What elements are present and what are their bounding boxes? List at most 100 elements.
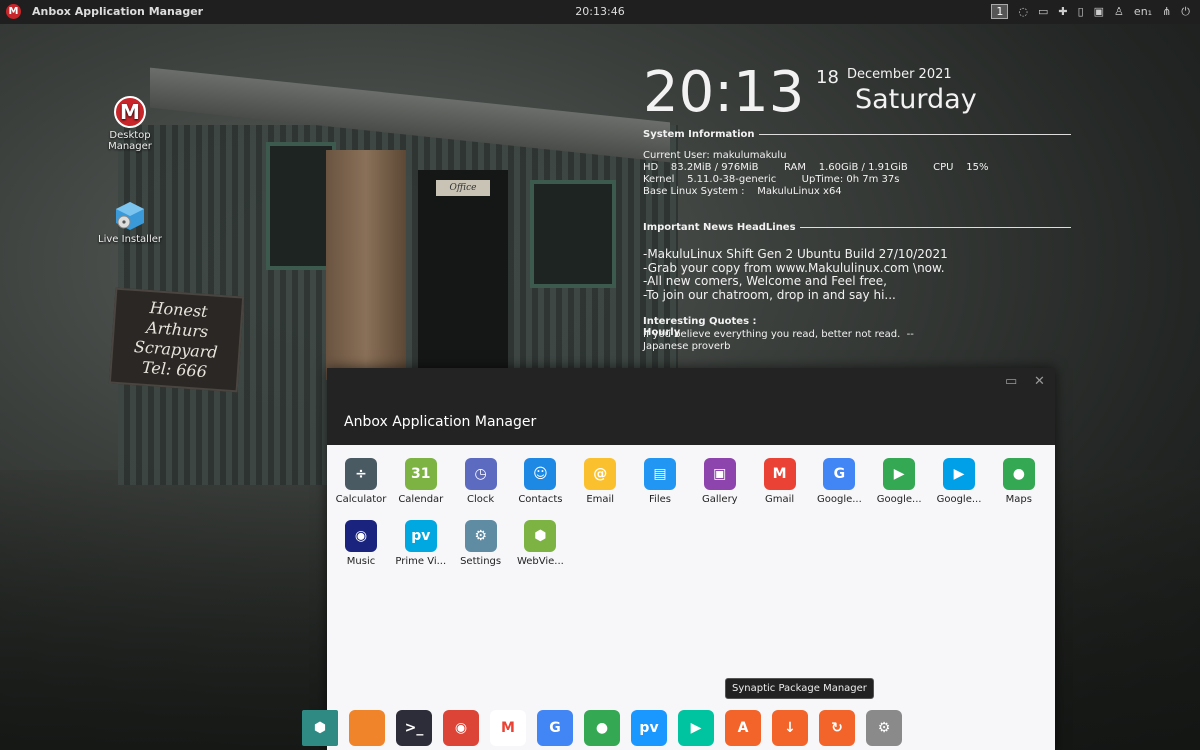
chrome-icon[interactable]: ◉ <box>443 710 479 746</box>
extension-icon[interactable]: ✚ <box>1058 5 1067 18</box>
app-launcher[interactable]: M Gmail <box>750 458 810 505</box>
close-icon[interactable]: ✕ <box>1034 374 1045 389</box>
app-launcher[interactable]: pv Prime Vi... <box>391 520 451 567</box>
android-icon[interactable]: ⬢ <box>302 710 338 746</box>
accessibility-icon[interactable]: ♙ <box>1114 5 1124 18</box>
dock-tooltip: Synaptic Package Manager <box>725 678 874 699</box>
conky-section-heading: Important News HeadLines <box>643 222 1071 233</box>
google-news-icon: G <box>823 458 856 490</box>
folder-icon[interactable] <box>349 710 385 746</box>
gmail-icon[interactable]: M <box>490 710 526 746</box>
play-store-icon[interactable]: ▶ <box>678 710 714 746</box>
system-tray: 1 ◌ ▭ ✚ ▯ ▣ ♙ en₁ ⋔ ⏻ <box>991 4 1190 19</box>
calendar-icon: 31 <box>404 458 437 490</box>
update-refresh-icon[interactable]: ↻ <box>819 710 855 746</box>
clock-icon: ◷ <box>464 458 497 490</box>
workspace-indicator[interactable]: 1 <box>991 4 1009 19</box>
app-launcher[interactable]: ● Maps <box>989 458 1049 505</box>
news-line: -To join our chatroom, drop in and say h… <box>643 288 896 302</box>
app-label: Clock <box>467 494 495 505</box>
wallpaper-door <box>326 150 406 380</box>
clipboard-icon[interactable]: ▯ <box>1078 5 1084 18</box>
network-applet-icon[interactable]: ◌ <box>1018 5 1028 18</box>
app-label: Calendar <box>398 494 444 505</box>
app-label: Prime Vi... <box>395 556 447 567</box>
app-launcher[interactable]: ☺ Contacts <box>510 458 570 505</box>
makulu-menu-icon[interactable]: M <box>6 4 21 19</box>
app-label: Music <box>346 556 376 567</box>
email-icon: @ <box>584 458 617 490</box>
maps-icon: ● <box>1002 458 1035 490</box>
app-label: Files <box>649 494 671 505</box>
app-launcher[interactable]: 31 Calendar <box>391 458 451 505</box>
gallery-icon: ▣ <box>703 458 736 490</box>
network-icon[interactable]: ⋔ <box>1162 5 1171 18</box>
gmail-icon: M <box>763 458 796 490</box>
conky-month-year: December 2021 <box>847 67 952 82</box>
contacts-icon: ☺ <box>524 458 557 490</box>
updates-icon[interactable]: ▣ <box>1094 5 1104 18</box>
app-launcher[interactable]: ▤ Files <box>630 458 690 505</box>
app-launcher[interactable]: ▶ Google... <box>929 458 989 505</box>
news-title: Important News HeadLines <box>643 222 796 233</box>
conky-section-heading: System Information <box>643 129 1071 140</box>
app-label: Gallery <box>701 494 738 505</box>
door-sign: Office <box>436 180 490 196</box>
keyboard-icon[interactable]: ▭ <box>1038 5 1048 18</box>
anbox-window: ▭ ✕ Anbox Application Manager ÷ Calculato… <box>327 368 1055 750</box>
app-label: WebVie... <box>516 556 564 567</box>
anbox-titlebar: ▭ ✕ Anbox Application Manager <box>327 368 1055 445</box>
google-news-icon[interactable]: G <box>537 710 573 746</box>
system-info-line: Base Linux System : MakuluLinux x64 <box>643 186 842 197</box>
scrapyard-sign: Honest Arthurs Scrapyard Tel: 666 <box>108 287 245 393</box>
conky-weekday: Saturday <box>855 84 977 115</box>
settings-gear-icon[interactable]: ⚙ <box>866 710 902 746</box>
maps-icon[interactable]: ● <box>584 710 620 746</box>
google-play-games-icon: ▶ <box>883 458 916 490</box>
calculator-icon: ÷ <box>345 458 377 490</box>
app-launcher[interactable]: ⚙ Settings <box>451 520 511 567</box>
active-window-title: Anbox Application Manager <box>32 5 204 18</box>
app-launcher[interactable]: ▣ Gallery <box>690 458 750 505</box>
software-updater-icon[interactable]: ↓ <box>772 710 808 746</box>
news-line: -All new comers, Welcome and Feel free, <box>643 274 887 288</box>
app-launcher[interactable]: G Google... <box>809 458 869 505</box>
system-info-line: Kernel 5.11.0-38-generic UpTime: 0h 7m 3… <box>643 174 900 185</box>
prime-video-icon: pv <box>404 520 437 552</box>
app-launcher[interactable]: ▶ Google... <box>869 458 929 505</box>
synaptic-icon[interactable]: A <box>725 710 761 746</box>
app-launcher[interactable]: ÷ Calculator <box>331 458 391 505</box>
app-label: Email <box>586 494 615 505</box>
conky-day: 18 <box>816 67 839 88</box>
power-icon[interactable]: ⏻ <box>1181 5 1190 19</box>
app-launcher[interactable]: ◷ Clock <box>451 458 511 505</box>
anbox-window-title: Anbox Application Manager <box>344 414 537 430</box>
news-line: -MakuluLinux Shift Gen 2 Ubuntu Build 27… <box>643 247 948 261</box>
quote-line: If you believe everything you read, bett… <box>643 329 914 340</box>
prime-video-icon[interactable]: pv <box>631 710 667 746</box>
desktop-icon-desktop-manager[interactable]: M Desktop Manager <box>90 96 170 152</box>
system-info-title: System Information <box>643 129 755 140</box>
app-label: Settings <box>460 556 502 567</box>
system-info-line: HD 83.2MiB / 976MiB RAM 1.60GiB / 1.91Gi… <box>643 162 989 173</box>
desktop-icon-label: Desktop Manager <box>108 130 152 152</box>
system-info-line: Current User: makulumakulu <box>643 150 787 161</box>
files-icon: ▤ <box>644 458 676 490</box>
app-launcher[interactable]: @ Email <box>570 458 630 505</box>
desktop-icon-label: Live Installer <box>98 234 162 245</box>
app-label: Maps <box>1005 494 1032 505</box>
app-launcher[interactable]: ◉ Music <box>331 520 391 567</box>
minimize-icon[interactable]: ▭ <box>1005 374 1017 389</box>
desktop-icon-live-installer[interactable]: Live Installer <box>90 200 170 245</box>
app-launcher[interactable]: ⬢ WebVie... <box>510 520 570 567</box>
wallpaper-window <box>530 180 616 288</box>
language-indicator[interactable]: en₁ <box>1134 5 1152 18</box>
music-icon: ◉ <box>345 520 377 552</box>
webview-icon: ⬢ <box>524 520 557 552</box>
wallpaper-doorway: Office <box>418 170 508 380</box>
terminal-icon[interactable]: >_ <box>396 710 432 746</box>
app-label: Google... <box>876 494 922 505</box>
app-label: Google... <box>816 494 862 505</box>
app-label: Calculator <box>335 494 387 505</box>
dock: ⬢ >_ ◉ M G ● pv ▶ A ↓ ↻ ⚙ <box>302 710 902 746</box>
